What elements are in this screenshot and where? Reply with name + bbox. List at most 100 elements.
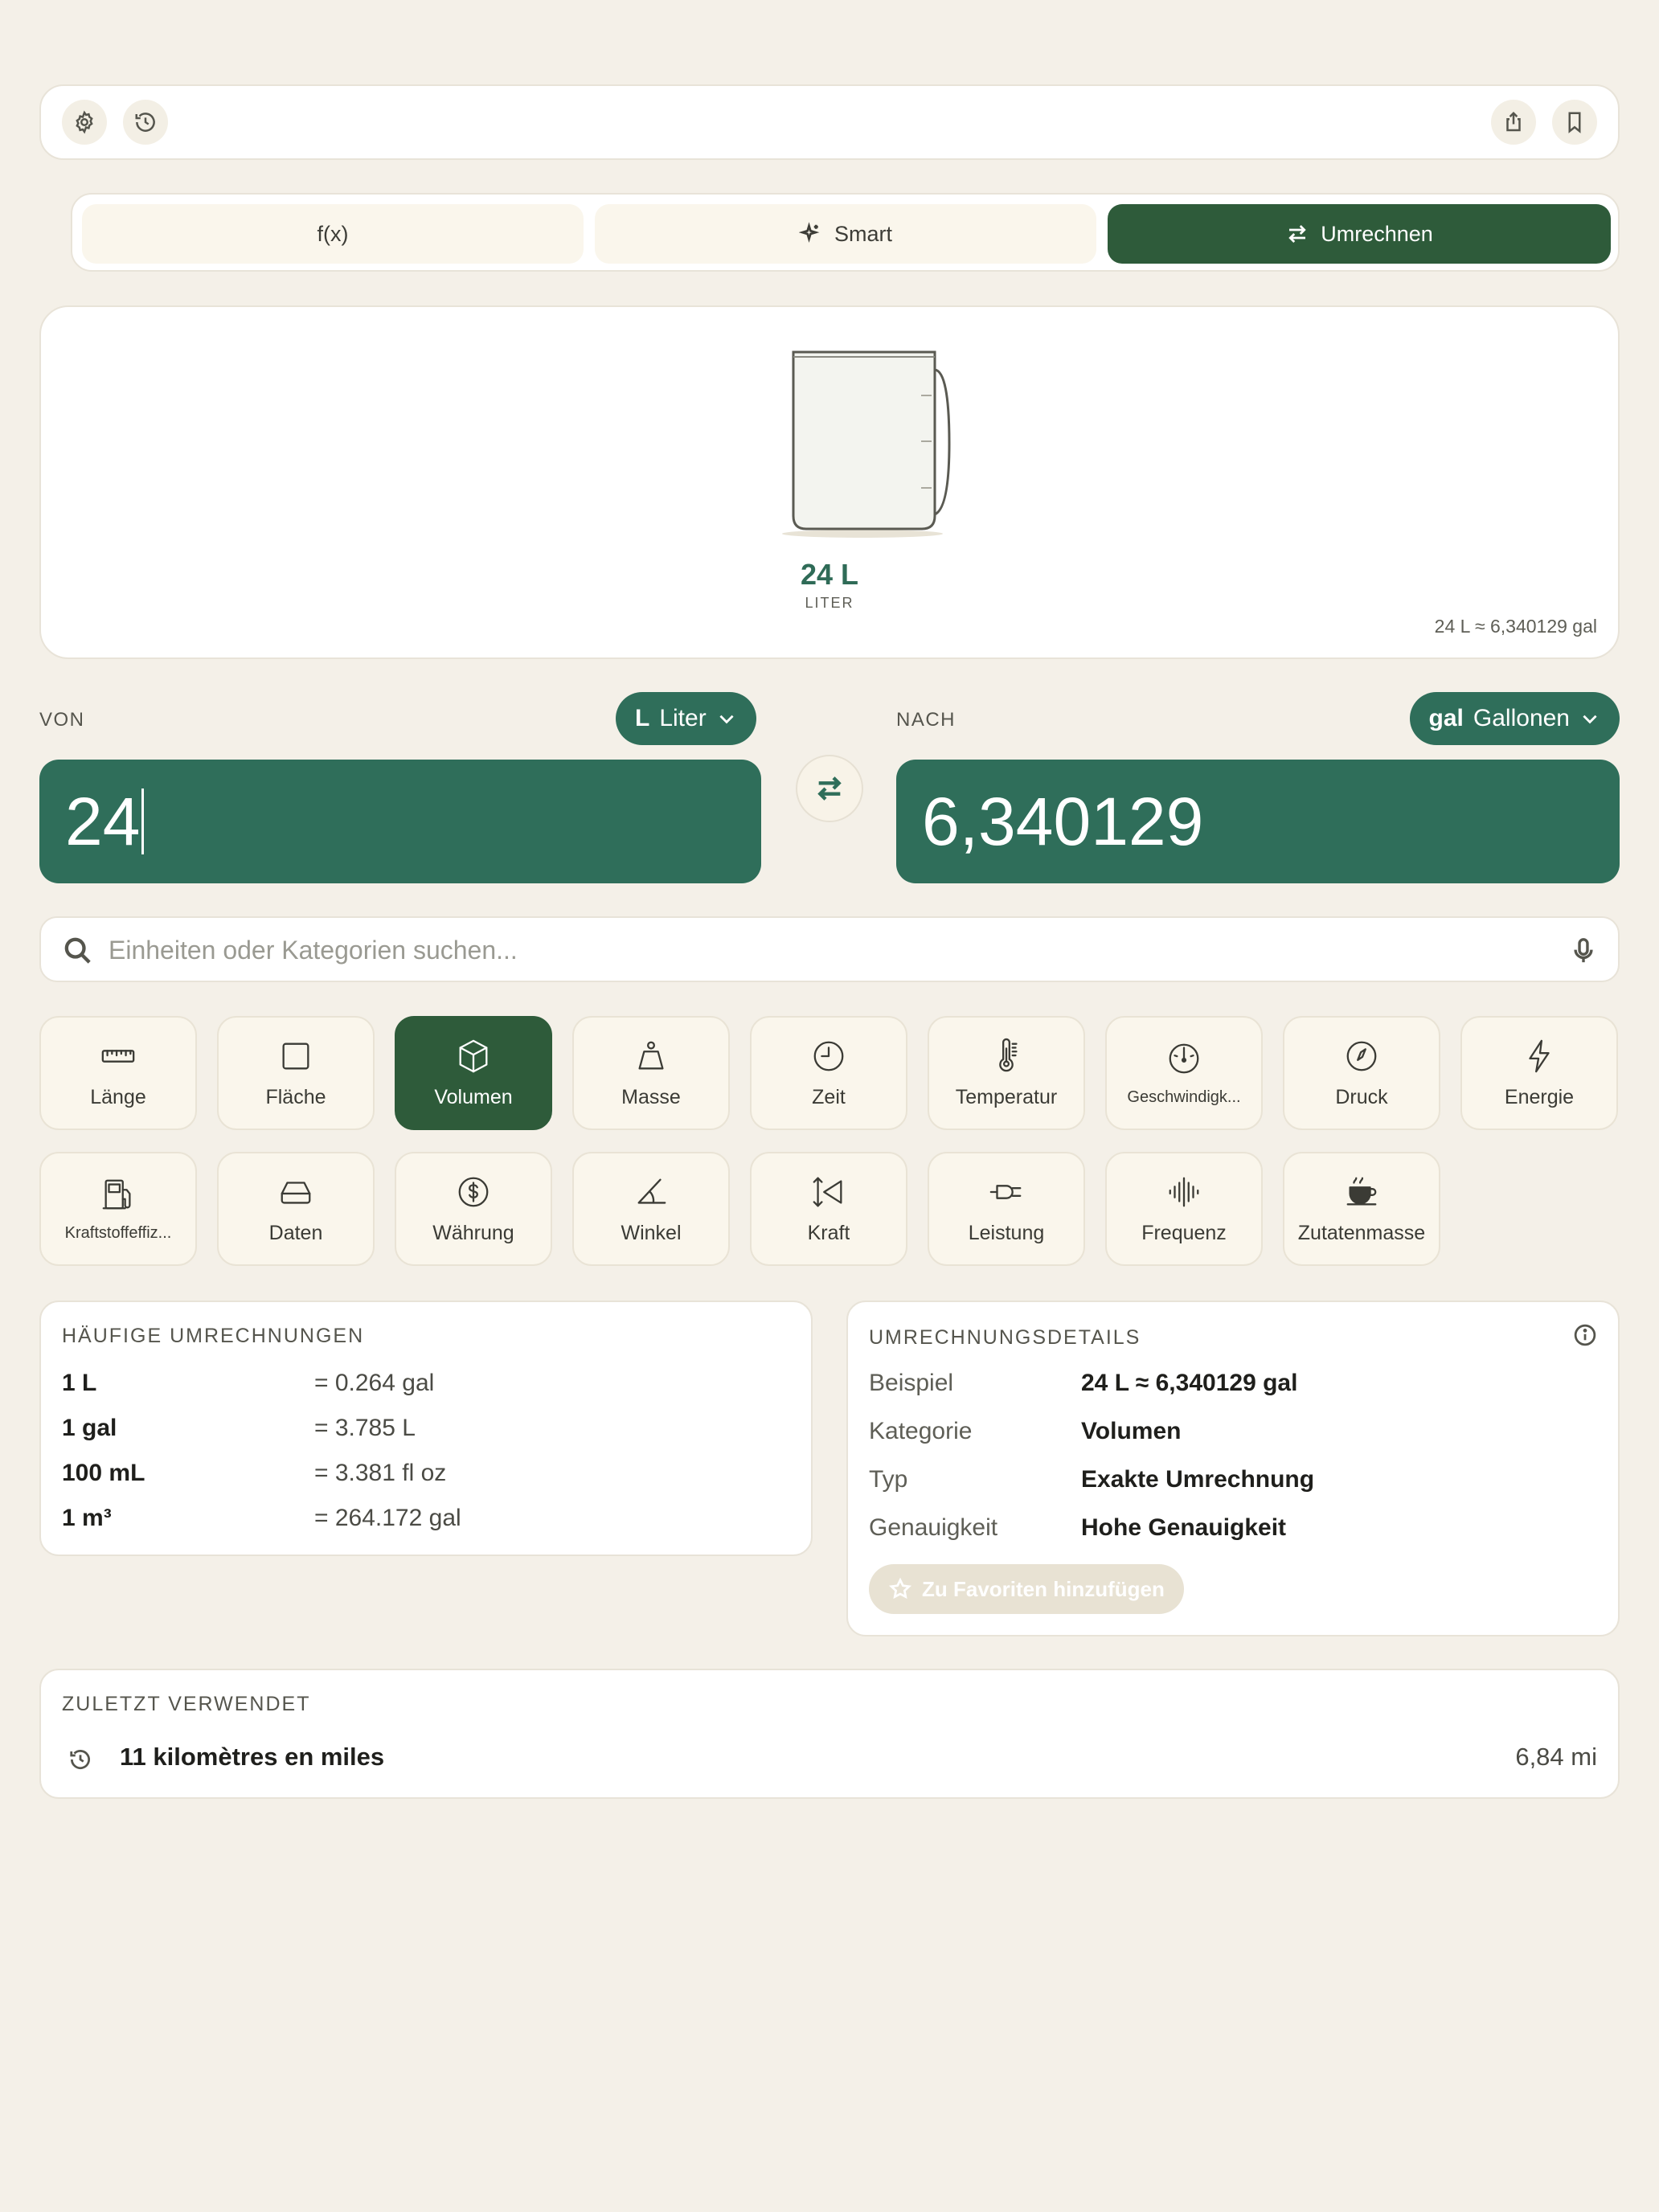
square-icon xyxy=(282,1043,309,1069)
thermometer-icon xyxy=(999,1038,1018,1071)
add-favorite-label: Zu Favoriten hinzufügen xyxy=(922,1576,1165,1601)
section-title: UMRECHNUNGSDETAILS xyxy=(869,1326,1141,1349)
category-length[interactable]: Länge xyxy=(39,1016,197,1130)
tab-smart[interactable]: Smart xyxy=(595,204,1096,264)
tab-convert[interactable]: Umrechnen xyxy=(1108,204,1611,264)
plug-icon xyxy=(989,1184,1022,1199)
category-label: Energie xyxy=(1504,1085,1575,1108)
microphone-icon[interactable] xyxy=(1570,936,1597,966)
tab-fx[interactable]: f(x) xyxy=(82,204,584,264)
settings-button[interactable] xyxy=(62,100,107,145)
clock-icon xyxy=(813,1041,844,1071)
conversion-to: = 264.172 gal xyxy=(314,1505,461,1531)
search-icon xyxy=(64,937,91,964)
mode-tabs: f(x) Smart Umrechnen xyxy=(71,193,1620,272)
visual-value: 24 L xyxy=(800,558,859,591)
from-value: 24 xyxy=(65,783,141,859)
category-label: Frequenz xyxy=(1141,1221,1227,1244)
to-value-output[interactable]: 6,340129 xyxy=(896,760,1620,883)
category-temperature[interactable]: Temperatur xyxy=(928,1016,1085,1130)
category-label: Kraftstoffeffiz... xyxy=(64,1223,172,1242)
drive-icon xyxy=(281,1181,311,1204)
category-area[interactable]: Fläche xyxy=(217,1016,375,1130)
category-label: Temperatur xyxy=(955,1085,1058,1108)
text-caret xyxy=(141,789,145,854)
tab-smart-label: Smart xyxy=(834,221,892,246)
category-label: Währung xyxy=(432,1221,514,1244)
from-unit-select[interactable]: L Liter xyxy=(616,692,756,745)
category-energy[interactable]: Energie xyxy=(1460,1016,1618,1130)
beaker-icon xyxy=(782,350,951,538)
category-label: Winkel xyxy=(621,1221,682,1244)
force-icon xyxy=(813,1177,842,1206)
category-ingredient-mass[interactable]: Zutatenmasse xyxy=(1283,1152,1440,1266)
history-button[interactable] xyxy=(123,100,168,145)
star-icon xyxy=(888,1577,912,1600)
common-conversions-panel: HÄUFIGE UMRECHNUNGEN 1 L = 0.264 gal 1 g… xyxy=(39,1301,813,1556)
conversion-from: 100 mL xyxy=(62,1460,145,1486)
category-label: Geschwindigk... xyxy=(1127,1088,1241,1106)
sparkle-icon xyxy=(798,222,820,244)
from-unit-name: Liter xyxy=(659,705,707,731)
recently-used-panel: ZULETZT VERWENDET 11 kilomètres en miles… xyxy=(39,1669,1620,1799)
weight-icon xyxy=(638,1041,664,1069)
history-icon xyxy=(70,1750,90,1769)
category-frequency[interactable]: Frequenz xyxy=(1105,1152,1263,1266)
category-label: Volumen xyxy=(434,1085,513,1108)
cup-icon xyxy=(1346,1177,1377,1205)
from-value-input[interactable]: 24 xyxy=(39,760,761,883)
info-icon[interactable] xyxy=(1573,1323,1597,1347)
section-title: ZULETZT VERWENDET xyxy=(62,1693,311,1715)
category-time[interactable]: Zeit xyxy=(750,1016,907,1130)
cube-icon xyxy=(459,1039,488,1072)
conversion-from: 1 L xyxy=(62,1370,97,1396)
category-pressure[interactable]: Druck xyxy=(1283,1016,1440,1130)
history-icon xyxy=(135,113,155,132)
category-power[interactable]: Leistung xyxy=(928,1152,1085,1266)
detail-value: Hohe Genauigkeit xyxy=(1081,1514,1287,1541)
fuel-icon xyxy=(102,1179,131,1209)
detail-key: Typ xyxy=(869,1466,908,1493)
category-fuel-efficiency[interactable]: Kraftstoffeffiz... xyxy=(39,1152,197,1266)
category-speed[interactable]: Geschwindigk... xyxy=(1105,1016,1263,1130)
detail-value: 24 L ≈ 6,340129 gal xyxy=(1081,1370,1298,1396)
share-icon xyxy=(1506,111,1521,132)
bookmark-icon xyxy=(1568,112,1581,133)
to-unit-name: Gallonen xyxy=(1473,705,1570,731)
conversion-to: = 0.264 gal xyxy=(314,1370,435,1396)
angle-icon xyxy=(637,1178,666,1204)
to-value: 6,340129 xyxy=(922,783,1204,859)
category-volume[interactable]: Volumen xyxy=(395,1016,552,1130)
to-unit-select[interactable]: gal Gallonen xyxy=(1409,692,1620,745)
conversion-from: 1 gal xyxy=(62,1415,117,1441)
share-button[interactable] xyxy=(1491,100,1536,145)
category-data[interactable]: Daten xyxy=(217,1152,375,1266)
volume-visualization: 24 L LITER 24 L ≈ 6,340129 gal xyxy=(39,305,1620,659)
gauge-icon xyxy=(1346,1041,1377,1071)
category-label: Länge xyxy=(90,1085,146,1108)
waveform-icon xyxy=(1169,1177,1199,1206)
category-label: Leistung xyxy=(968,1221,1045,1244)
from-unit-symbol: L xyxy=(635,705,650,731)
category-mass[interactable]: Masse xyxy=(572,1016,730,1130)
visual-approx: 24 L ≈ 6,340129 gal xyxy=(1434,616,1597,637)
detail-key: Genauigkeit xyxy=(869,1514,998,1541)
to-label: NACH xyxy=(896,709,956,731)
speedometer-icon xyxy=(1169,1043,1199,1073)
conversion-to: = 3.785 L xyxy=(314,1415,416,1441)
recent-item-label[interactable]: 11 kilomètres en miles xyxy=(120,1743,384,1772)
detail-value: Exakte Umrechnung xyxy=(1081,1466,1315,1493)
to-unit-symbol: gal xyxy=(1428,705,1464,731)
unit-search-bar xyxy=(39,916,1620,982)
category-angle[interactable]: Winkel xyxy=(572,1152,730,1266)
bookmark-button[interactable] xyxy=(1552,100,1597,145)
category-label: Fläche xyxy=(265,1085,326,1108)
swap-units-button[interactable] xyxy=(796,755,863,822)
category-force[interactable]: Kraft xyxy=(750,1152,907,1266)
conversion-details-panel: UMRECHNUNGSDETAILS Beispiel 24 L ≈ 6,340… xyxy=(846,1301,1620,1636)
category-label: Zutatenmasse xyxy=(1297,1221,1426,1244)
category-currency[interactable]: Währung xyxy=(395,1152,552,1266)
search-input[interactable] xyxy=(109,926,1523,974)
category-label: Daten xyxy=(268,1221,323,1244)
add-favorite-button[interactable]: Zu Favoriten hinzufügen xyxy=(869,1564,1184,1614)
